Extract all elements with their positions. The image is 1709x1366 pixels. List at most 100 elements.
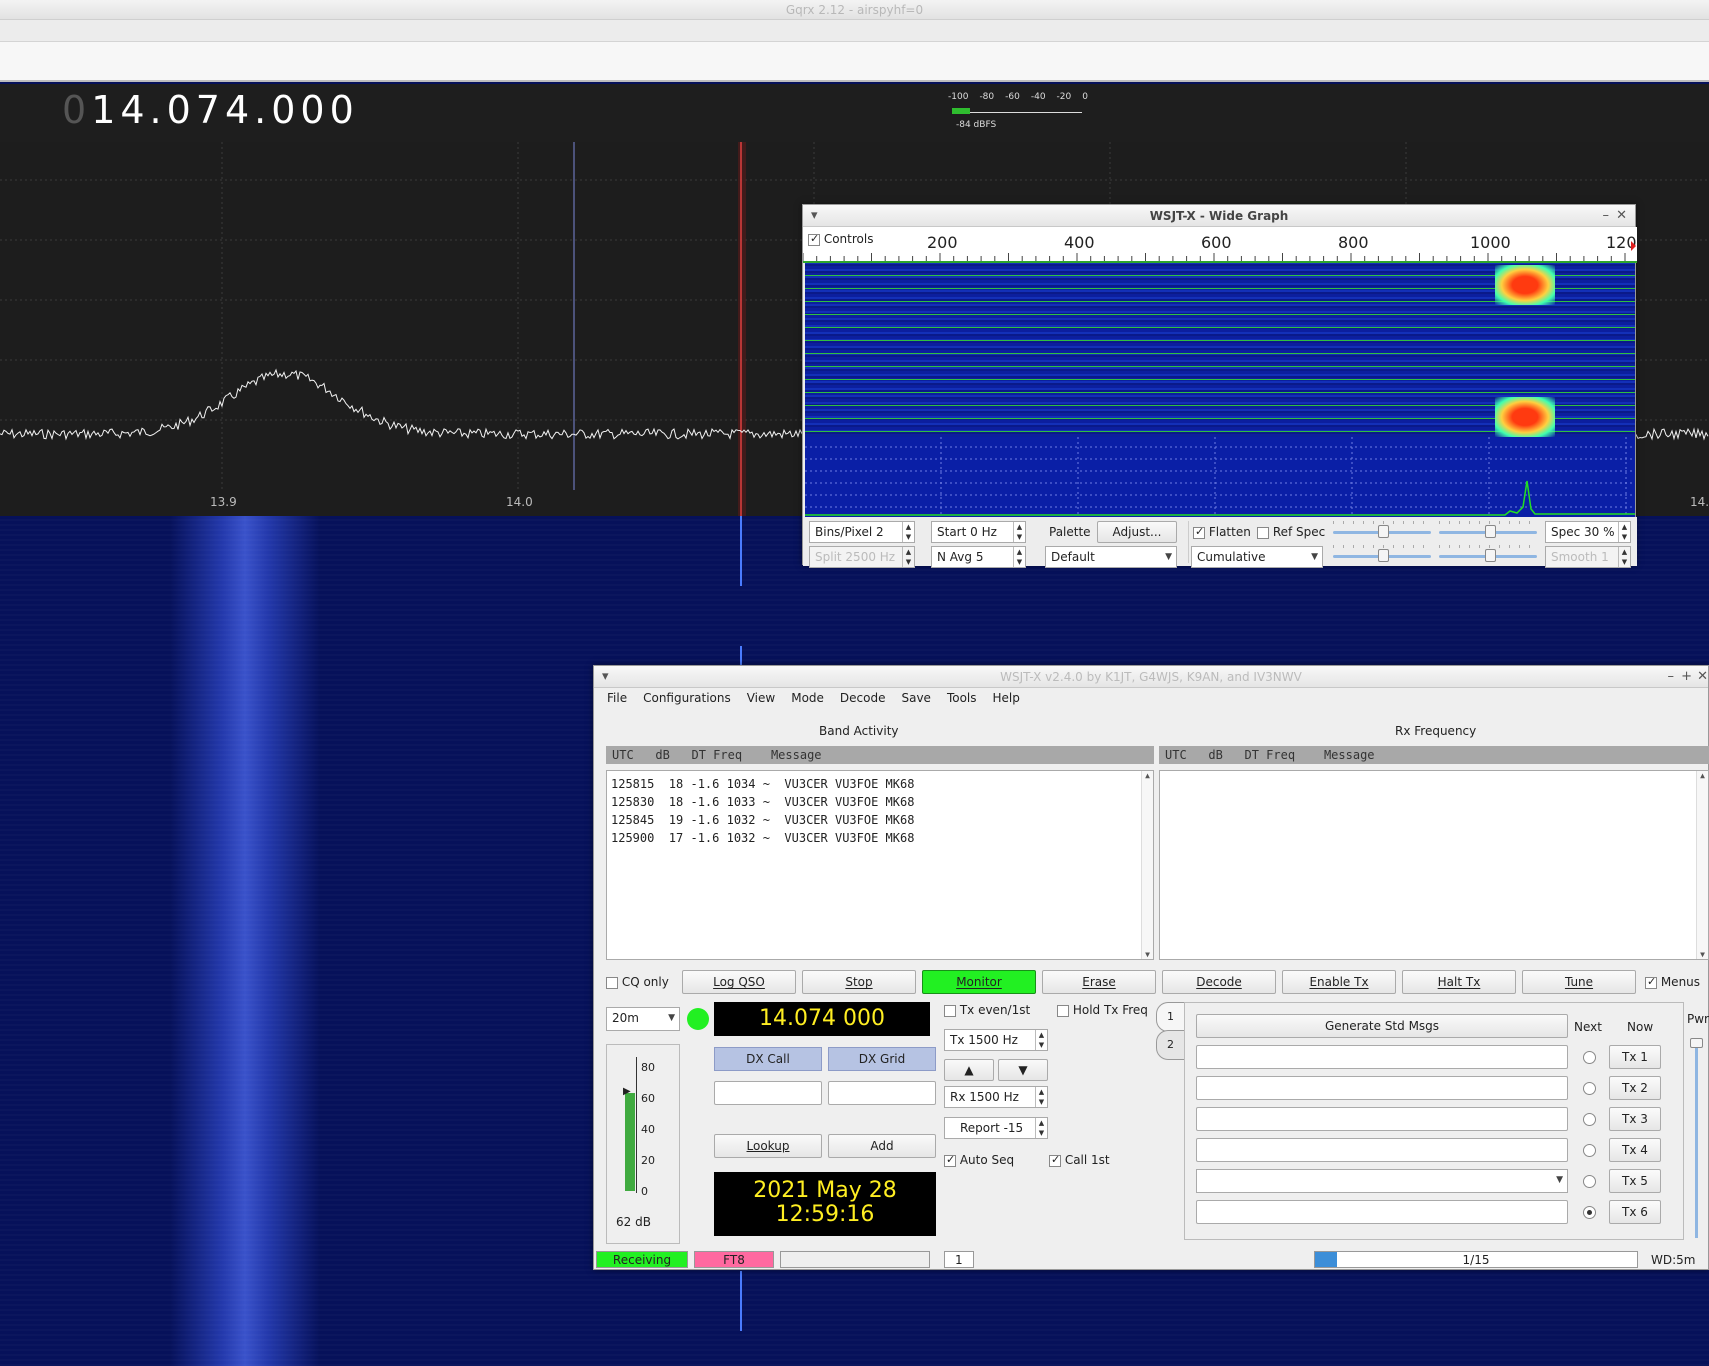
tx2-button[interactable]: Tx 2 [1609,1076,1661,1100]
spinner-arrows-icon[interactable]: ▲ ▼ [1035,1030,1047,1050]
hold-tx-freq-checkbox[interactable] [1057,1004,1069,1017]
tx4-button[interactable]: Tx 4 [1609,1138,1661,1162]
tx5-next-radio[interactable] [1583,1175,1596,1188]
palette-select[interactable]: Default ▼ [1045,546,1177,568]
erase-button[interactable]: Erase [1042,970,1156,994]
menu-configurations[interactable]: Configurations [635,688,739,710]
lookup-button[interactable]: Lookup [714,1134,822,1158]
rx-frequency-spinner[interactable]: Rx 1500 Hz ▲ ▼ [944,1086,1048,1108]
call-1st-checkbox[interactable] [1049,1153,1061,1167]
tx4-message-input[interactable] [1196,1138,1568,1162]
tab-2[interactable]: 2 [1156,1030,1184,1060]
enable-tx-button[interactable]: Enable Tx [1282,970,1396,994]
tx6-next-radio[interactable] [1583,1206,1596,1219]
tx6-button[interactable]: Tx 6 [1609,1200,1661,1224]
menus-checkbox[interactable] [1645,975,1657,989]
spinner-arrows-icon[interactable]: ▲ ▼ [1013,547,1025,567]
menu-help[interactable]: Help [985,688,1028,710]
window-menu-icon[interactable]: ▾ [602,666,609,688]
add-button[interactable]: Add [828,1134,936,1158]
flatten-checkbox[interactable] [1193,525,1205,539]
power-slider[interactable] [1690,1038,1704,1238]
tx-even-toggle[interactable]: Tx even/1st [944,1003,1030,1017]
decode-line[interactable]: 125830 18 -1.6 1033 ~ VU3CER VU3FOE MK68 [607,793,1153,811]
auto-seq-checkbox[interactable] [944,1153,956,1167]
n-avg-spinner[interactable]: N Avg 5 ▲ ▼ [931,546,1026,568]
halt-tx-button[interactable]: Halt Tx [1402,970,1516,994]
tx1-message-input[interactable] [1196,1045,1568,1069]
tx6-message-input[interactable] [1196,1200,1568,1224]
ref-spec-toggle[interactable]: Ref Spec [1257,525,1325,539]
spinner-arrows-icon[interactable]: ▲ ▼ [1035,1118,1047,1138]
tx1-button[interactable]: Tx 1 [1609,1045,1661,1069]
tx3-message-input[interactable] [1196,1107,1568,1131]
spinner-arrows-icon[interactable]: ▲ ▼ [902,522,914,542]
report-spinner[interactable]: Report -15 ▲ ▼ [944,1117,1048,1139]
minimize-icon[interactable]: – [1603,205,1610,227]
zero-slider[interactable] [1439,521,1537,539]
bins-per-pixel-spinner[interactable]: Bins/Pixel 2 ▲ ▼ [809,521,915,543]
spinner-arrows-icon[interactable]: ▲ ▼ [1618,522,1630,542]
spec-gain-slider[interactable] [1333,545,1431,563]
maximize-icon[interactable]: + [1681,666,1692,688]
menu-file[interactable]: File [599,688,635,710]
tx-even-checkbox[interactable] [944,1004,956,1017]
gain-slider[interactable] [1333,521,1431,539]
tx5-message-select[interactable]: ▼ [1196,1169,1568,1193]
monitor-button[interactable]: Monitor [922,970,1036,994]
dx-call-input[interactable] [714,1081,822,1105]
dx-grid-input[interactable] [828,1081,936,1105]
cq-only-checkbox[interactable] [606,976,618,989]
auto-seq-toggle[interactable]: Auto Seq [944,1153,1014,1167]
generate-std-msgs-button[interactable]: Generate Std Msgs [1196,1014,1568,1038]
tx3-next-radio[interactable] [1583,1113,1596,1126]
spinner-arrows-icon[interactable]: ▲ ▼ [1035,1087,1047,1107]
menu-decode[interactable]: Decode [832,688,894,710]
scrollbar[interactable]: ▲ ▼ [1696,771,1708,959]
menu-tools[interactable]: Tools [939,688,985,710]
decode-line[interactable]: 125900 17 -1.6 1032 ~ VU3CER VU3FOE MK68 [607,829,1153,847]
tx-to-rx-up-button[interactable]: ▲ [944,1059,994,1081]
dx-grid-button[interactable]: DX Grid [828,1047,936,1071]
wide-graph-spectrum[interactable] [805,437,1635,517]
log-qso-button[interactable]: Log QSO [682,970,796,994]
menus-toggle[interactable]: Menus [1645,975,1700,989]
flatten-toggle[interactable]: Flatten [1193,525,1251,539]
decode-line[interactable]: 125845 19 -1.6 1032 ~ VU3CER VU3FOE MK68 [607,811,1153,829]
hold-tx-freq-toggle[interactable]: Hold Tx Freq [1057,1003,1148,1017]
tx2-message-input[interactable] [1196,1076,1568,1100]
tx3-button[interactable]: Tx 3 [1609,1107,1661,1131]
tx1-next-radio[interactable] [1583,1051,1596,1064]
rx-frequency-pane[interactable]: ▲ ▼ [1159,770,1709,960]
spec-percent-spinner[interactable]: Spec 30 % ▲ ▼ [1545,521,1631,543]
close-icon[interactable]: ✕ [1697,666,1708,688]
window-menu-icon[interactable]: ▾ [811,205,818,227]
tab-1[interactable]: 1 [1156,1002,1184,1032]
stop-button[interactable]: Stop [802,970,916,994]
minimize-icon[interactable]: – [1668,666,1675,688]
menu-mode[interactable]: Mode [783,688,832,710]
scrollbar[interactable]: ▲ ▼ [1141,771,1153,959]
band-select[interactable]: 20m ▼ [606,1007,680,1031]
rx-to-tx-down-button[interactable]: ▼ [998,1059,1048,1081]
frequency-display[interactable]: 014.074.000 [62,88,359,132]
wide-graph-waterfall[interactable] [805,263,1635,437]
dx-call-button[interactable]: DX Call [714,1047,822,1071]
adjust-button[interactable]: Adjust... [1097,521,1177,543]
ref-spec-checkbox[interactable] [1257,526,1269,539]
tx4-next-radio[interactable] [1583,1144,1596,1157]
start-frequency-spinner[interactable]: Start 0 Hz ▲ ▼ [931,521,1026,543]
tx-frequency-spinner[interactable]: Tx 1500 Hz ▲ ▼ [944,1029,1048,1051]
band-activity-pane[interactable]: 125815 18 -1.6 1034 ~ VU3CER VU3FOE MK68… [606,770,1154,960]
decode-line[interactable]: 125815 18 -1.6 1034 ~ VU3CER VU3FOE MK68 [607,775,1153,793]
cq-only-toggle[interactable]: CQ only [606,975,669,989]
tx5-button[interactable]: Tx 5 [1609,1169,1661,1193]
spectrum-mode-select[interactable]: Cumulative ▼ [1191,546,1323,568]
menu-view[interactable]: View [739,688,783,710]
tx2-next-radio[interactable] [1583,1082,1596,1095]
tune-button[interactable]: Tune [1522,970,1636,994]
close-icon[interactable]: ✕ [1616,205,1627,227]
spec-zero-slider[interactable] [1439,545,1537,563]
call-1st-toggle[interactable]: Call 1st [1049,1153,1110,1167]
decode-button[interactable]: Decode [1162,970,1276,994]
